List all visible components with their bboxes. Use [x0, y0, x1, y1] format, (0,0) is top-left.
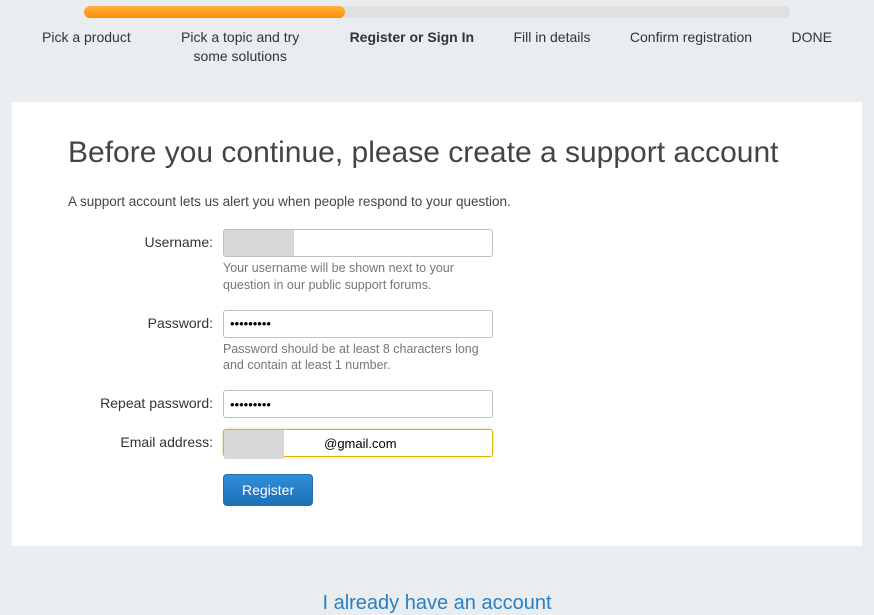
register-card: Before you continue, please create a sup… — [12, 102, 862, 547]
username-hint: Your username will be shown next to your… — [223, 260, 493, 294]
page-subtext: A support account lets us alert you when… — [68, 194, 806, 209]
step-pick-product: Pick a product — [42, 28, 131, 66]
step-confirm: Confirm registration — [630, 28, 752, 66]
username-input[interactable] — [223, 229, 493, 257]
email-input[interactable] — [223, 429, 493, 457]
step-fill-details: Fill in details — [513, 28, 590, 66]
password-label: Password: — [68, 310, 223, 331]
step-register: Register or Sign In — [350, 28, 474, 66]
password-hint: Password should be at least 8 characters… — [223, 341, 493, 375]
username-label: Username: — [68, 229, 223, 250]
step-pick-topic: Pick a topic and try some solutions — [170, 28, 310, 66]
repeat-password-label: Repeat password: — [68, 390, 223, 411]
progress-fill — [84, 6, 345, 18]
password-input[interactable] — [223, 310, 493, 338]
step-done: DONE — [791, 28, 831, 66]
progress-steps: Pick a product Pick a topic and try some… — [42, 28, 832, 66]
progress-track — [84, 6, 790, 18]
email-label: Email address: — [68, 429, 223, 450]
repeat-password-input[interactable] — [223, 390, 493, 418]
page-title: Before you continue, please create a sup… — [68, 136, 806, 170]
register-button[interactable]: Register — [223, 474, 313, 506]
already-have-account-link[interactable]: I already have an account — [12, 592, 862, 615]
